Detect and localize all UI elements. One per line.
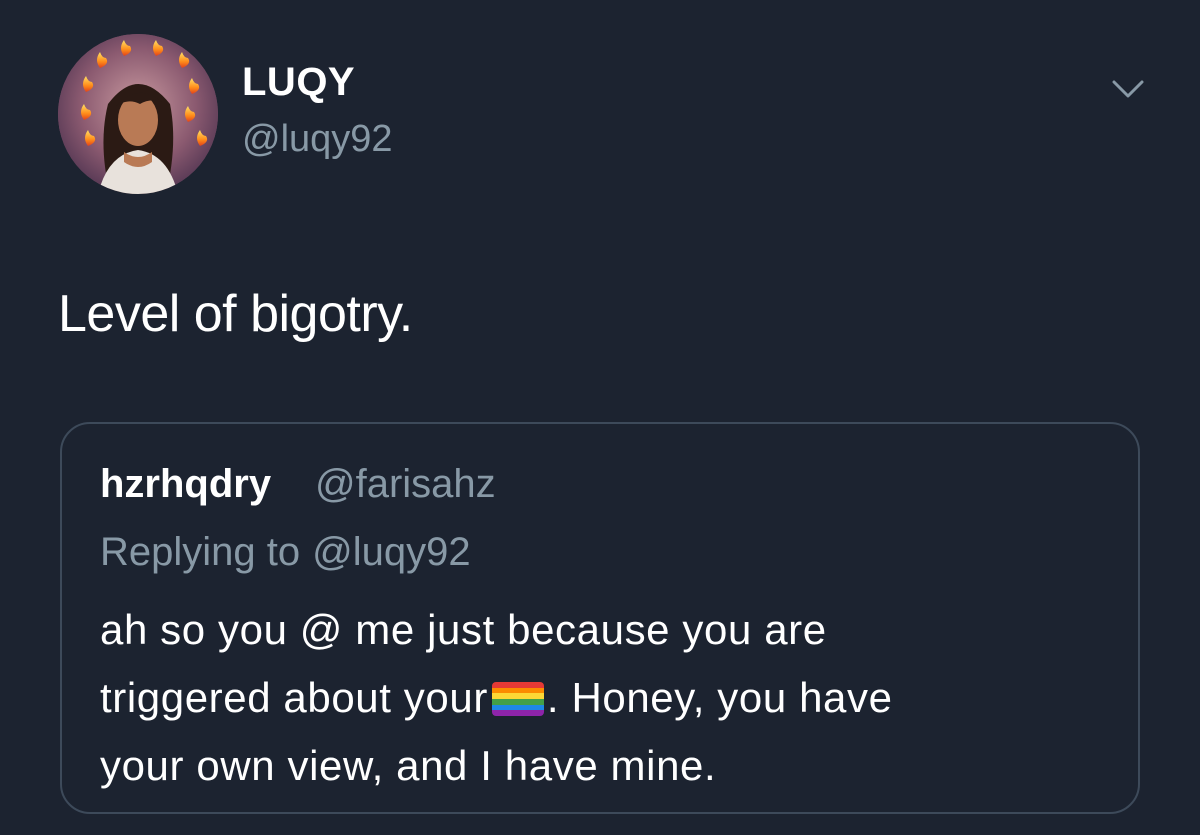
- rainbow-flag-icon: [491, 682, 544, 716]
- author-display-name[interactable]: LUQY: [242, 60, 355, 105]
- chevron-down-icon[interactable]: [1108, 72, 1148, 106]
- quoted-text-segment: triggered about your: [100, 674, 488, 721]
- tweet-text: Level of bigotry.: [58, 285, 413, 343]
- quoted-text-segment: . Honey, you have: [546, 674, 893, 721]
- quoted-text-line: triggered about your . Honey, you have: [100, 664, 1110, 732]
- quoted-tweet-card[interactable]: hzrhqdry @farisahz Replying to @luqy92 ah…: [60, 422, 1140, 814]
- avatar[interactable]: [58, 34, 218, 194]
- avatar-image: [58, 34, 218, 194]
- tweet: LUQY @luqy92 Level of bigotry. hzrhqdry …: [0, 0, 1200, 835]
- replying-to: Replying to @luqy92: [100, 530, 471, 575]
- quoted-text-line: your own view, and I have mine.: [100, 742, 717, 789]
- replying-to-label: Replying to: [100, 530, 301, 574]
- replying-to-handle[interactable]: @luqy92: [312, 530, 470, 574]
- quoted-text-line: ah so you @ me just because you are: [100, 606, 827, 653]
- quoted-author-handle[interactable]: @farisahz: [315, 462, 496, 507]
- author-handle[interactable]: @luqy92: [242, 118, 393, 161]
- quoted-tweet-text: ah so you @ me just because you are trig…: [100, 596, 1110, 800]
- quoted-author-display-name[interactable]: hzrhqdry: [100, 462, 271, 507]
